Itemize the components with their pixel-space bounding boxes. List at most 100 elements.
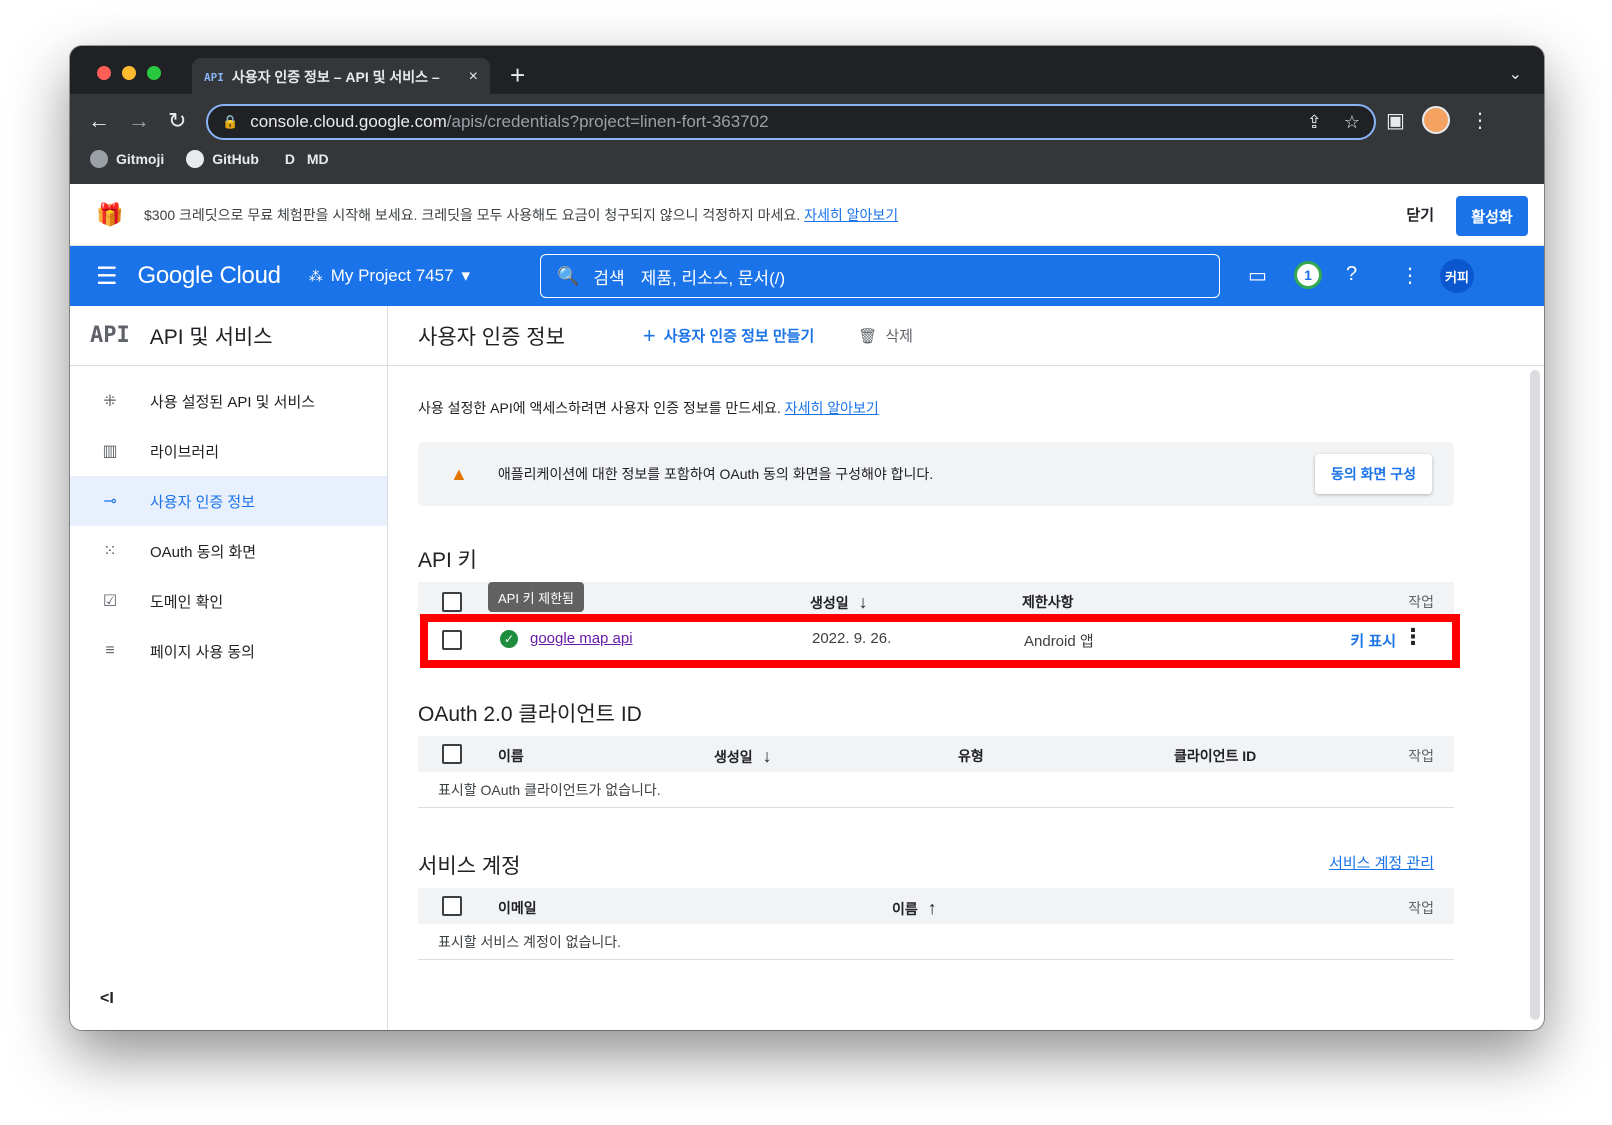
browser-window: API 사용자 인증 정보 – API 및 서비스 – × + ⌄ ← → ↻ …: [70, 46, 1544, 1030]
intro-learn-more-link[interactable]: 자세히 알아보기: [785, 400, 879, 416]
main-header: 사용자 인증 정보 + 사용자 인증 정보 만들기 🗑 삭제: [388, 306, 1544, 366]
api-favicon-icon: API: [204, 70, 224, 84]
oauth-title: OAuth 2.0 클라이언트 ID: [418, 703, 642, 726]
project-picker[interactable]: ⁂ My Project 7457 ▾: [309, 266, 470, 286]
col-actions: 작업: [1408, 748, 1434, 764]
oauth-empty-row: 표시할 OAuth 클라이언트가 없습니다.: [418, 772, 1454, 808]
main-content: 사용자 인증 정보 + 사용자 인증 정보 만들기 🗑 삭제 사용 설정한 AP…: [388, 306, 1544, 1030]
service-accounts-title: 서비스 계정: [418, 855, 521, 878]
dismiss-button[interactable]: 닫기: [1406, 204, 1434, 225]
bookmark-github[interactable]: GitHub: [186, 150, 259, 168]
sidebar-item-enabled-apis[interactable]: ⁜ 사용 설정된 API 및 서비스: [70, 376, 387, 426]
sort-up-arrow-icon: ↑: [927, 898, 937, 918]
scrollbar[interactable]: [1530, 370, 1540, 1020]
reload-icon[interactable]: ↻: [168, 108, 186, 134]
col-created[interactable]: 생성일 ↓: [714, 746, 772, 767]
chrome-menu-icon[interactable]: ⋮: [1470, 108, 1490, 133]
delete-button[interactable]: 🗑 삭제: [858, 325, 913, 346]
sort-down-arrow-icon: ↓: [858, 592, 868, 612]
search-icon: 🔍: [557, 265, 580, 286]
col-type: 유형: [958, 748, 984, 764]
profile-avatar[interactable]: [1422, 106, 1450, 134]
github-icon: [186, 150, 205, 168]
restricted-tooltip: API 키 제한됨: [488, 582, 585, 612]
sidebar-item-library[interactable]: ▥ 라이브러리: [70, 426, 387, 476]
oauth-table-header: 이름 생성일 ↓ 유형 클라이언트 ID 작업: [418, 736, 1454, 772]
service-accounts-empty-row: 표시할 서비스 계정이 없습니다.: [418, 924, 1454, 960]
select-all-oauth-checkbox[interactable]: [442, 744, 462, 764]
address-bar[interactable]: 🔒 console.cloud.google.com/apis/credenti…: [206, 104, 1376, 140]
select-all-service-accounts-checkbox[interactable]: [442, 896, 462, 916]
trial-banner: 🎁 $300 크레딧으로 무료 체험판을 시작해 보세요. 크레딧을 모두 사용…: [70, 184, 1544, 246]
trial-text: $300 크레딧으로 무료 체험판을 시작해 보세요. 크레딧을 모두 사용해도…: [144, 206, 899, 223]
api-keys-title: API 키: [418, 549, 478, 572]
key-icon: ⊸: [103, 493, 117, 510]
trial-learn-more-link[interactable]: 자세히 알아보기: [804, 207, 898, 223]
col-actions: 작업: [1408, 900, 1434, 916]
library-icon: ▥: [102, 443, 118, 460]
tab-title: 사용자 인증 정보 – API 및 서비스 –: [231, 69, 440, 85]
maximize-window-button[interactable]: [147, 66, 161, 80]
back-arrow-icon[interactable]: ←: [88, 108, 110, 134]
url-path: /apis/credentials?project=linen-fort-363…: [446, 112, 769, 131]
col-restrictions: 제한사항: [1022, 594, 1074, 610]
d-icon: D: [284, 151, 295, 167]
tab-strip: API 사용자 인증 정보 – API 및 서비스 – × + ⌄: [70, 46, 1544, 96]
help-icon[interactable]: ?: [1346, 263, 1357, 286]
settings-list-icon: ≡: [105, 642, 115, 659]
more-vert-icon[interactable]: ⋮: [1400, 263, 1420, 288]
browser-tab[interactable]: API 사용자 인증 정보 – API 및 서비스 – ×: [192, 58, 490, 96]
close-window-button[interactable]: [97, 66, 111, 80]
collapse-sidebar-icon[interactable]: <I: [100, 990, 114, 1008]
browser-chrome: API 사용자 인증 정보 – API 및 서비스 – × + ⌄ ← → ↻ …: [70, 46, 1544, 190]
hamburger-menu-icon[interactable]: ☰: [96, 262, 118, 291]
highlight-box: [420, 614, 1460, 668]
minimize-window-button[interactable]: [122, 66, 136, 80]
select-all-api-keys-checkbox[interactable]: [442, 592, 462, 612]
bookmark-gitmoji[interactable]: Gitmoji: [90, 150, 164, 168]
side-panel-icon[interactable]: ▣: [1386, 108, 1405, 133]
share-icon[interactable]: ⇪: [1307, 112, 1322, 133]
bookmark-md[interactable]: D MD: [281, 150, 329, 168]
url-host: console.cloud.google.com: [250, 112, 447, 131]
bookmark-star-icon[interactable]: ☆: [1344, 112, 1360, 133]
activate-button[interactable]: 활성화: [1456, 196, 1528, 236]
project-name: My Project 7457: [330, 266, 454, 285]
forward-arrow-icon[interactable]: →: [128, 108, 150, 134]
sidebar-item-credentials[interactable]: ⊸ 사용자 인증 정보: [70, 476, 387, 526]
search-placeholder: 제품, 리소스, 문서(/): [640, 268, 786, 288]
cloud-shell-icon[interactable]: ▭: [1248, 263, 1267, 288]
sidebar-item-page-usage[interactable]: ≡ 페이지 사용 동의: [70, 626, 387, 676]
manage-service-accounts-link[interactable]: 서비스 계정 관리: [1329, 852, 1434, 873]
intro-text: 사용 설정한 API에 액세스하려면 사용자 인증 정보를 만드세요. 자세히 …: [418, 400, 879, 416]
create-credentials-button[interactable]: + 사용자 인증 정보 만들기: [643, 323, 814, 349]
col-name[interactable]: 이름 ↑: [892, 898, 937, 919]
console-header: ☰ Google Cloud ⁂ My Project 7457 ▾ 🔍 검색 …: [70, 246, 1544, 306]
account-avatar[interactable]: 커피: [1440, 259, 1474, 293]
new-tab-button[interactable]: +: [510, 60, 525, 91]
api-hub-icon: ⁜: [103, 393, 117, 410]
project-dots-icon: ⁂: [308, 267, 323, 284]
search-label: 검색: [593, 268, 625, 288]
tab-search-chevron-icon[interactable]: ⌄: [1509, 64, 1522, 84]
notification-badge[interactable]: 1: [1294, 261, 1322, 289]
warning-icon: ▲: [450, 463, 468, 484]
lock-icon[interactable]: 🔒: [222, 114, 238, 130]
tab-close-icon[interactable]: ×: [469, 68, 478, 86]
warning-text: 애플리케이션에 대한 정보를 포함하여 OAuth 동의 화면을 구성해야 합니…: [497, 466, 934, 482]
oauth-icon: ⁙: [103, 543, 117, 560]
sidebar-item-domain[interactable]: ☑ 도메인 확인: [70, 576, 387, 626]
sort-down-arrow-icon: ↓: [762, 746, 772, 766]
sidebar-item-oauth[interactable]: ⁙ OAuth 동의 화면: [70, 526, 387, 576]
bookmarks-bar: Gitmoji GitHub D MD: [90, 150, 329, 168]
configure-consent-button[interactable]: 동의 화면 구성: [1314, 454, 1432, 494]
trash-icon: 🗑: [858, 327, 878, 345]
google-cloud-logo[interactable]: Google Cloud: [138, 262, 281, 290]
dropdown-triangle-icon: ▾: [461, 266, 471, 285]
col-created[interactable]: 생성일 ↓: [810, 592, 868, 613]
oauth-warning-banner: ▲ 애플리케이션에 대한 정보를 포함하여 OAuth 동의 화면을 구성해야 …: [418, 442, 1454, 506]
sidebar-header: API API 및 서비스: [70, 306, 387, 366]
col-name: 이름: [498, 748, 524, 764]
checkbox-icon: ☑: [102, 593, 118, 610]
search-bar[interactable]: 🔍 검색 제품, 리소스, 문서(/): [540, 254, 1220, 298]
